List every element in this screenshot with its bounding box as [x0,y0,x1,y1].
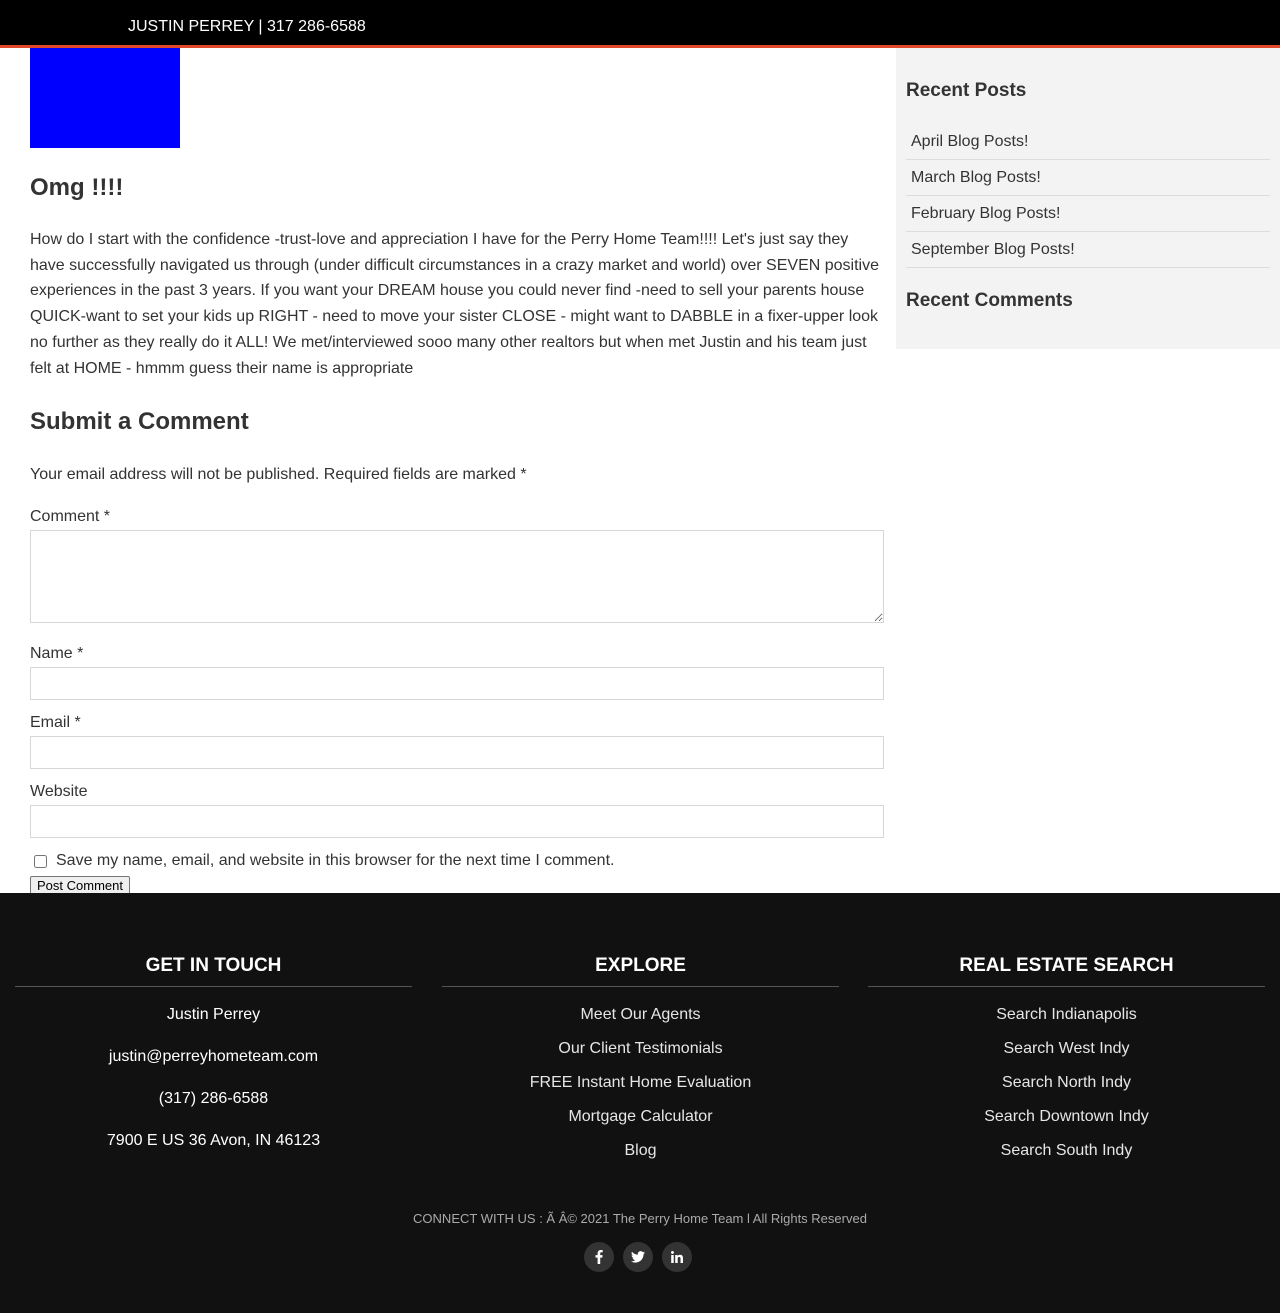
recent-post-link[interactable]: April Blog Posts! [906,124,1270,160]
explore-links: Meet Our Agents Our Client Testimonials … [442,1006,839,1176]
social-links [584,1242,692,1272]
contact-name: Justin Perrey [166,1006,261,1023]
footer-link[interactable]: Search North Indy [868,1074,1265,1108]
footer-link[interactable]: Search Indianapolis [868,1006,1265,1040]
search-links: Search Indianapolis Search West Indy Sea… [868,1006,1265,1176]
contact-address: 7900 E US 36 Avon, IN 46123 [106,1132,321,1149]
post-title: Omg !!!! [30,174,124,201]
footer-link[interactable]: Search Downtown Indy [868,1108,1265,1142]
footer-link[interactable]: Search South Indy [868,1142,1265,1176]
comment-label: Comment * [30,508,111,526]
recent-post-link[interactable]: September Blog Posts! [906,232,1270,268]
email-label: Email * [30,714,81,732]
contact-email-link[interactable]: justin@perreyhometeam.com [15,1048,412,1090]
twitter-icon[interactable] [623,1242,653,1272]
footer-explore: EXPLORE Meet Our Agents Our Client Testi… [442,955,839,1176]
footer-column-title: REAL ESTATE SEARCH [868,955,1265,987]
linkedin-icon[interactable] [662,1242,692,1272]
footer-column-title: EXPLORE [442,955,839,987]
save-info-consent: Save my name, email, and website in this… [30,852,884,870]
recent-post-link[interactable]: February Blog Posts! [906,196,1270,232]
footer-real-estate-search: REAL ESTATE SEARCH Search Indianapolis S… [868,955,1265,1176]
website-input[interactable] [30,805,884,839]
sidebar: Recent Posts April Blog Posts! March Blo… [896,48,1280,349]
recent-posts-title: Recent Posts [906,80,1027,101]
copyright-text: CONNECT WITH US : Ã Â© 2021 The Perry Ho… [413,1211,867,1226]
contact-phone-link[interactable]: (317) 286-6588 [15,1090,412,1132]
footer-link[interactable]: Blog [442,1142,839,1176]
footer-column-title: GET IN TOUCH [15,955,412,987]
footer-link[interactable]: Mortgage Calculator [442,1108,839,1142]
name-input[interactable] [30,667,884,701]
save-info-label: Save my name, email, and website in this… [56,852,615,870]
contact-list: Justin Perrey justin@perreyhometeam.com … [15,1006,412,1174]
agent-contact-header: JUSTIN PERREY | 317 286-6588 [128,18,366,35]
featured-image [30,48,180,148]
website-label: Website [30,783,88,801]
footer-link[interactable]: Meet Our Agents [442,1006,839,1040]
facebook-icon[interactable] [584,1242,614,1272]
main-content: Omg !!!! How do I start with the confide… [30,48,884,896]
top-bar: JUSTIN PERREY | 317 286-6588 [0,0,1280,48]
recent-posts-list: April Blog Posts! March Blog Posts! Febr… [906,124,1270,268]
post-body: How do I start with the confidence -trus… [30,231,879,377]
footer-link[interactable]: Our Client Testimonials [442,1040,839,1074]
email-input[interactable] [30,736,884,770]
name-label: Name * [30,645,84,663]
comment-form-title: Submit a Comment [30,408,249,436]
recent-comments-title: Recent Comments [906,290,1073,311]
comment-textarea[interactable] [30,530,884,624]
footer-get-in-touch: GET IN TOUCH Justin Perrey justin@perrey… [15,955,412,1174]
footer: GET IN TOUCH Justin Perrey justin@perrey… [0,893,1280,1313]
recent-post-link[interactable]: March Blog Posts! [906,160,1270,196]
footer-link[interactable]: FREE Instant Home Evaluation [442,1074,839,1108]
footer-link[interactable]: Search West Indy [868,1040,1265,1074]
save-info-checkbox[interactable] [34,854,47,868]
comment-notes: Your email address will not be published… [30,466,527,484]
